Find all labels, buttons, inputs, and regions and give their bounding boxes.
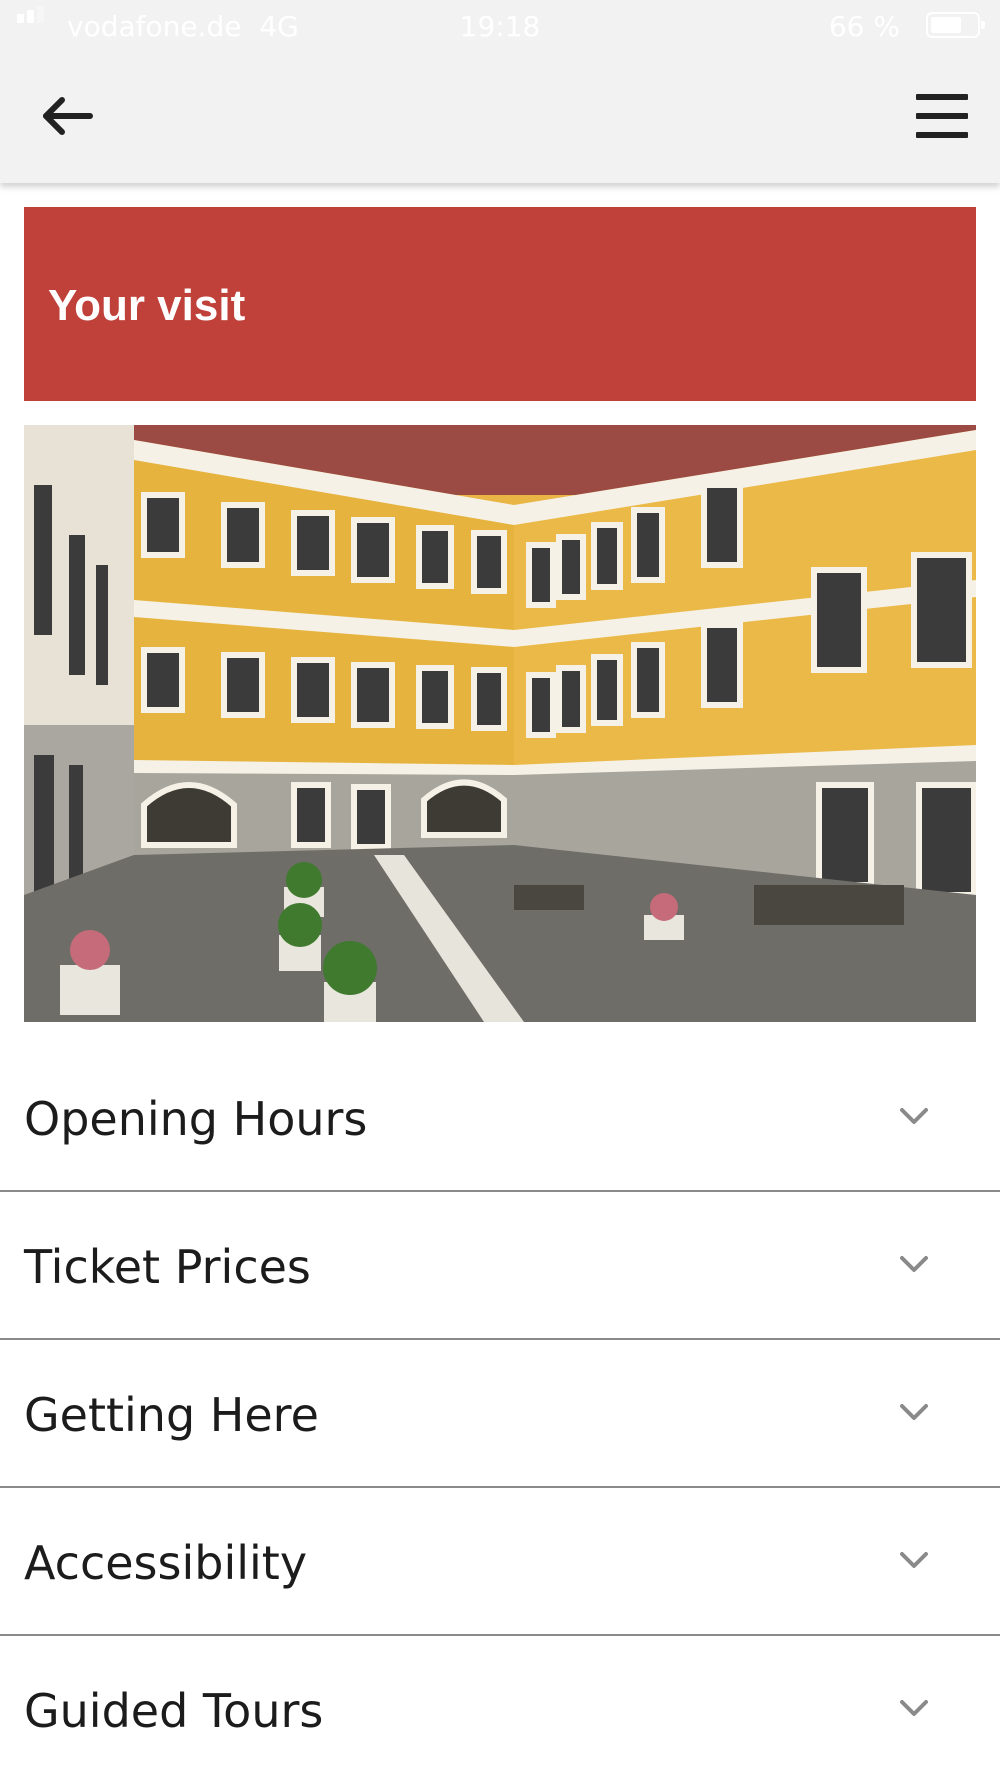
battery-percent: 66 % <box>828 10 900 43</box>
status-bar: vodafone.de 4G 19:18 66 % <box>0 0 1000 52</box>
chevron-down-icon <box>900 1256 928 1272</box>
chevron-down-icon <box>900 1108 928 1124</box>
accordion-item-accessibility[interactable]: Accessibility <box>0 1488 1000 1636</box>
arrow-left-icon <box>43 97 93 135</box>
accordion-label: Opening Hours <box>24 1092 368 1146</box>
accordion-item-ticket-prices[interactable]: Ticket Prices <box>0 1192 1000 1340</box>
accordion-label: Accessibility <box>24 1536 308 1590</box>
accordion-item-getting-here[interactable]: Getting Here <box>0 1340 1000 1488</box>
info-accordion: Opening Hours Ticket Prices Getting Here… <box>0 1044 1000 1782</box>
accordion-label: Getting Here <box>24 1388 319 1442</box>
accordion-label: Guided Tours <box>24 1684 324 1738</box>
accordion-item-guided-tours[interactable]: Guided Tours <box>0 1636 1000 1782</box>
hamburger-menu-icon <box>916 94 968 100</box>
page-title-banner: Your visit <box>24 207 976 401</box>
menu-button[interactable] <box>910 90 970 142</box>
chevron-down-icon <box>900 1404 928 1420</box>
accordion-label: Ticket Prices <box>24 1240 311 1294</box>
back-button[interactable] <box>38 90 98 142</box>
courtyard-photo <box>24 425 976 1022</box>
chevron-down-icon <box>900 1700 928 1716</box>
app-header: vodafone.de 4G 19:18 66 % <box>0 0 1000 183</box>
accordion-item-opening-hours[interactable]: Opening Hours <box>0 1044 1000 1192</box>
battery-icon <box>926 12 985 38</box>
chevron-down-icon <box>900 1552 928 1568</box>
page-title: Your visit <box>48 281 246 330</box>
